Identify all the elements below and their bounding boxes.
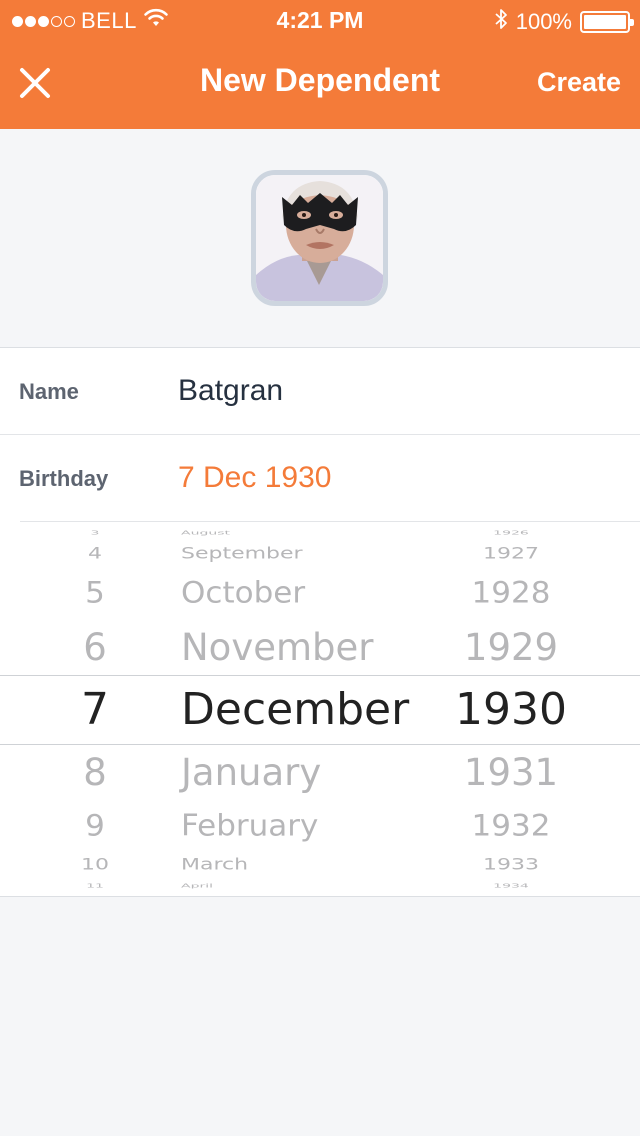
dependent-form: Name Batgran Birthday 7 Dec 1930 3 4 5 6 7 8 9… xyxy=(0,347,640,897)
picker-day[interactable]: 4 xyxy=(15,546,175,562)
picker-day[interactable]: 6 xyxy=(15,629,175,666)
birthday-field[interactable]: 7 Dec 1930 xyxy=(178,461,331,495)
picker-month[interactable]: February xyxy=(181,811,318,840)
battery-icon xyxy=(580,11,634,33)
dependent-avatar[interactable] xyxy=(251,170,388,306)
picker-month[interactable]: August xyxy=(181,531,230,536)
birthday-row[interactable]: Birthday 7 Dec 1930 xyxy=(0,435,640,522)
picker-month[interactable]: January xyxy=(181,754,321,791)
header: BELL 4:21 PM 100% New Dependent Create xyxy=(0,0,640,129)
picker-day[interactable]: 3 xyxy=(15,531,175,536)
picker-year[interactable]: 1927 xyxy=(431,546,591,562)
name-field[interactable]: Batgran xyxy=(178,374,283,408)
picker-year[interactable]: 1926 xyxy=(431,531,591,536)
picker-year[interactable]: 1933 xyxy=(431,857,591,873)
picker-day[interactable]: 5 xyxy=(15,578,175,607)
picker-day[interactable]: 9 xyxy=(15,811,175,840)
picker-selection-bottom xyxy=(0,744,640,745)
picker-month[interactable]: March xyxy=(181,857,248,873)
picker-month[interactable]: November xyxy=(181,629,373,666)
picker-month[interactable]: September xyxy=(181,546,303,562)
battery-percent: 100% xyxy=(515,9,572,34)
bluetooth-icon xyxy=(494,7,508,37)
picker-day-selected[interactable]: 7 xyxy=(15,688,175,732)
picker-year[interactable]: 1931 xyxy=(431,754,591,791)
status-right: 100% xyxy=(494,7,634,37)
picker-year-selected[interactable]: 1930 xyxy=(431,688,591,732)
divider xyxy=(20,521,640,522)
picker-year[interactable]: 1932 xyxy=(431,811,591,840)
picker-selection-top xyxy=(0,675,640,676)
picker-day[interactable]: 11 xyxy=(15,884,175,889)
picker-day[interactable]: 10 xyxy=(15,857,175,873)
avatar-photo xyxy=(256,175,383,301)
picker-year[interactable]: 1929 xyxy=(431,629,591,666)
picker-month-selected[interactable]: December xyxy=(181,688,409,732)
create-button[interactable]: Create xyxy=(537,67,621,98)
picker-month[interactable]: April xyxy=(181,884,213,889)
picker-year[interactable]: 1934 xyxy=(431,884,591,889)
status-bar: BELL 4:21 PM 100% xyxy=(0,0,640,40)
name-row[interactable]: Name Batgran xyxy=(0,348,640,435)
picker-year[interactable]: 1928 xyxy=(431,578,591,607)
birthday-label: Birthday xyxy=(19,466,109,491)
date-picker[interactable]: 3 4 5 6 7 8 9 10 11 August September October Novembe… xyxy=(0,523,640,896)
picker-month[interactable]: October xyxy=(181,578,305,607)
picker-day[interactable]: 8 xyxy=(15,754,175,791)
name-label: Name xyxy=(19,379,79,404)
